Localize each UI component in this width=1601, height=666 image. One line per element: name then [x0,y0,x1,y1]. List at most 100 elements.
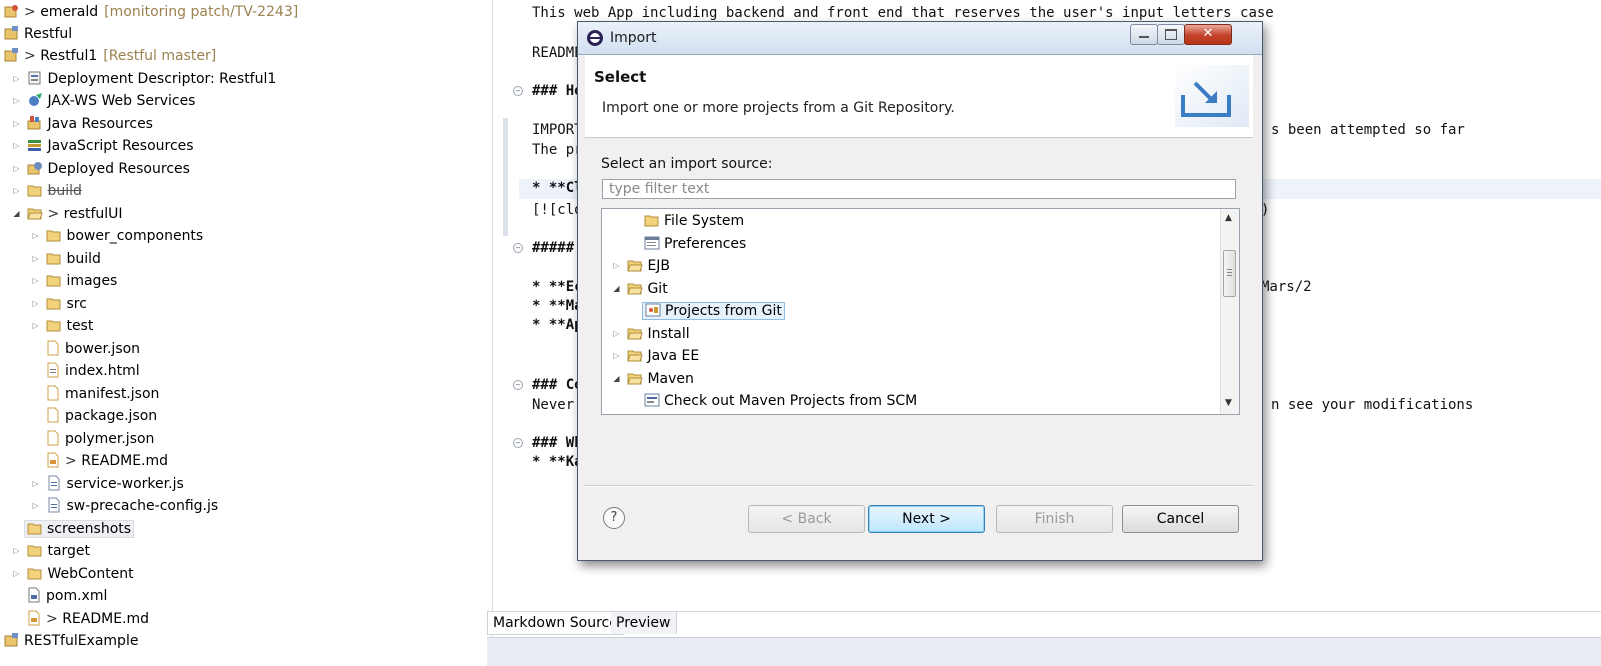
tree-item-maven[interactable]: ◢ Maven [610,368,694,390]
js-file-icon [46,475,62,491]
scrollbar-thumb[interactable] [1223,250,1236,297]
folder-open-icon [627,347,644,363]
tree-item-webcontent[interactable]: ▷ WebContent [10,563,133,585]
tree-item-git[interactable]: ◢ Git [610,278,667,300]
tree-item-screenshots[interactable]: screenshots [24,518,135,540]
tree-item-jaxws[interactable]: ▷ JAX-WS Web Services [10,90,195,112]
tree-item-restfului[interactable]: ◢ > restfulUI [10,203,122,225]
tree-item-test[interactable]: ▷ test [29,315,93,337]
tree-item-restfulexample[interactable]: RESTfulExample [4,630,138,652]
back-button[interactable]: < Back [748,505,865,533]
git-project-icon [4,47,20,63]
tree-item-src[interactable]: ▷ src [29,293,86,315]
maximize-icon [1165,29,1177,40]
scroll-down-icon[interactable]: ▼ [1225,398,1232,408]
expand-arrow-icon[interactable]: ▷ [610,345,623,367]
tab-markdown-source[interactable]: Markdown Source [487,612,624,635]
expand-arrow-icon[interactable]: ▷ [29,495,42,517]
expand-arrow-icon[interactable]: ▷ [10,180,23,202]
tree-item-service-worker[interactable]: ▷ service-worker.js [29,473,184,495]
tree-item-preferences[interactable]: Preferences [644,233,746,255]
expand-arrow-icon[interactable]: ▷ [10,563,23,585]
cancel-button[interactable]: Cancel [1122,505,1239,533]
maximize-button[interactable] [1157,24,1185,45]
expand-arrow-icon[interactable]: ▷ [610,323,623,345]
tree-item-java-resources[interactable]: ▷ Java Resources [10,113,153,135]
tree-item-sw-precache[interactable]: ▷ sw-precache-config.js [29,495,218,517]
close-icon: ✕ [1202,26,1214,41]
collapse-arrow-icon[interactable]: ◢ [610,368,623,390]
collapse-arrow-icon[interactable]: ◢ [610,278,623,300]
tree-item-projects-from-git[interactable]: Projects from Git [642,300,785,322]
finish-button[interactable]: Finish [996,505,1113,533]
expand-arrow-icon[interactable]: ▷ [610,255,623,277]
tree-item-index-html[interactable]: index.html [45,360,140,382]
project-icon [4,25,20,41]
tree-item-ejb[interactable]: ▷ EJB [610,255,670,277]
next-button[interactable]: Next > [868,505,985,533]
tree-item-deployed-resources[interactable]: ▷ Deployed Resources [10,158,190,180]
tree-item-polymer-json[interactable]: polymer.json [45,428,154,450]
folder-open-icon [627,280,644,296]
fold-toggle-icon[interactable]: − [513,438,523,448]
expand-arrow-icon[interactable]: ▷ [10,90,23,112]
expand-arrow-icon[interactable]: ▷ [29,225,42,247]
filter-input[interactable] [602,179,1236,199]
eclipse-icon [586,29,604,47]
import-source-tree[interactable]: File System Preferences ▷ EJB ◢ Git Proj… [601,208,1240,415]
tree-item-pom-xml[interactable]: pom.xml [26,585,107,607]
markdown-file-icon [26,610,42,626]
help-button[interactable]: ? [603,507,625,529]
close-button[interactable]: ✕ [1184,24,1232,45]
fold-toggle-icon[interactable]: − [513,380,523,390]
tree-item-label: pom.xml [46,588,108,604]
tree-item-file-system[interactable]: File System [644,210,744,232]
tree-item-package-json[interactable]: package.json [45,405,157,427]
tree-item-emerald[interactable]: > emerald [monitoring patch/TV-2243] [4,1,298,23]
tree-item-target[interactable]: ▷ target [10,540,90,562]
expand-arrow-icon[interactable]: ▷ [29,473,42,495]
tab-preview[interactable]: Preview [611,612,677,634]
tree-item-label: Deployed Resources [47,161,190,177]
expand-arrow-icon[interactable]: ▷ [29,293,42,315]
tree-item-build-sub[interactable]: ▷ build [29,248,100,270]
tree-item-deployment-descriptor[interactable]: ▷ Deployment Descriptor: Restful1 [10,68,276,90]
expand-arrow-icon[interactable]: ▷ [29,270,42,292]
minimize-button[interactable] [1130,24,1158,45]
tree-item-install[interactable]: ▷ Install [610,323,689,345]
expand-arrow-icon[interactable]: ▷ [10,68,23,90]
tree-item-build[interactable]: ▷ build [10,180,81,202]
grip-line [1227,272,1232,273]
expand-arrow-icon[interactable]: ▷ [29,248,42,270]
tree-item-label: Maven [647,371,694,387]
tree-item-readme-root[interactable]: > README.md [26,608,149,630]
tree-item-restful[interactable]: Restful [4,23,72,45]
expand-arrow-icon[interactable]: ▷ [10,135,23,157]
maven-checkout-icon [644,392,660,408]
tree-item-readme-sub[interactable]: > README.md [45,450,168,472]
fold-toggle-icon[interactable]: − [513,243,523,253]
deployed-resources-icon [27,160,43,176]
tree-item-javascript-resources[interactable]: ▷ JavaScript Resources [10,135,193,157]
tree-item-bower-json[interactable]: bower.json [45,338,140,360]
tree-scrollbar[interactable]: ▲ ▼ [1220,209,1239,414]
folder-icon [46,227,62,243]
dialog-title-bar[interactable]: Import ✕ [578,22,1262,55]
expand-arrow-icon[interactable]: ▷ [10,540,23,562]
expand-arrow-icon[interactable]: ▷ [10,113,23,135]
expand-arrow-icon[interactable]: ▷ [29,315,42,337]
expand-arrow-icon[interactable]: ▷ [10,158,23,180]
html-file-icon [45,362,61,378]
collapse-arrow-icon[interactable]: ◢ [10,203,23,225]
fold-toggle-icon[interactable]: − [513,86,523,96]
tree-item-manifest-json[interactable]: manifest.json [45,383,159,405]
tree-item-java-ee[interactable]: ▷ Java EE [610,345,699,367]
file-icon [45,430,61,446]
tree-item-label: manifest.json [65,386,160,402]
file-icon [45,340,61,356]
tree-item-maven-scm[interactable]: Check out Maven Projects from SCM [644,390,917,412]
tree-item-bower-components[interactable]: ▷ bower_components [29,225,203,247]
tree-item-restful1[interactable]: > Restful1 [Restful master] [4,45,216,67]
tree-item-images[interactable]: ▷ images [29,270,117,292]
scroll-up-icon[interactable]: ▲ [1225,213,1232,223]
